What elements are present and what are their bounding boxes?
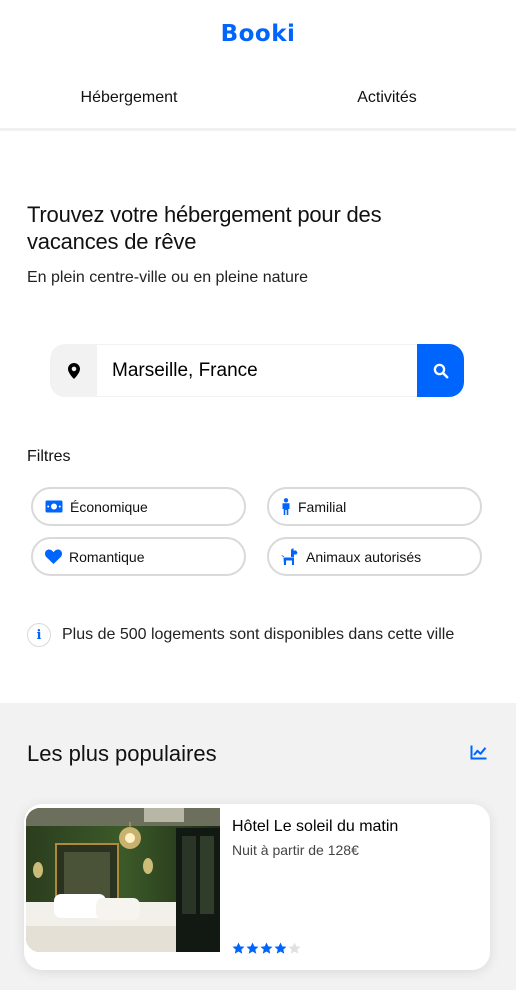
star-empty-icon <box>288 942 301 954</box>
hotel-card[interactable]: Hôtel Le soleil du matin Nuit à partir d… <box>24 804 490 970</box>
hero-section: Trouvez votre hébergement pour des vacan… <box>0 201 516 287</box>
search-bar <box>50 344 464 397</box>
heart-icon <box>45 549 62 564</box>
trend-chart-icon[interactable] <box>470 745 487 760</box>
search-icon <box>433 363 448 378</box>
hero-title-line-2: vacances de rêve <box>27 229 197 254</box>
main-nav: Hébergement Activités <box>0 68 516 131</box>
map-pin-icon <box>50 344 97 397</box>
popular-section: Les plus populaires Hôtel Le soleil du m… <box>0 703 516 990</box>
booki-logo[interactable]: Booki <box>221 21 296 47</box>
availability-text: Plus de 500 logements sont disponibles d… <box>62 626 455 643</box>
tab-activites[interactable]: Activités <box>258 68 516 128</box>
star-icon <box>274 942 287 954</box>
money-icon <box>45 500 63 513</box>
hotel-name: Hôtel Le soleil du matin <box>232 818 399 835</box>
availability-info: i Plus de 500 logements sont disponibles… <box>27 623 454 647</box>
popular-title: Les plus populaires <box>27 741 217 766</box>
filter-animaux-label: Animaux autorisés <box>306 548 422 565</box>
hero-title-line-1: Trouvez votre hébergement pour des <box>27 202 382 227</box>
dog-icon <box>281 548 298 565</box>
hero-title: Trouvez votre hébergement pour des vacan… <box>27 201 489 255</box>
filter-romantique[interactable]: Romantique <box>31 537 246 576</box>
search-button[interactable] <box>417 344 464 397</box>
filter-familial-label: Familial <box>298 498 347 515</box>
search-input[interactable] <box>97 344 417 397</box>
header: Booki <box>0 0 516 68</box>
filter-animaux[interactable]: Animaux autorisés <box>267 537 482 576</box>
hotel-rating <box>232 942 301 955</box>
filter-economique[interactable]: Économique <box>31 487 246 526</box>
filter-familial[interactable]: Familial <box>267 487 482 526</box>
hotel-price: Nuit à partir de 128€ <box>232 842 359 858</box>
hotel-photo <box>26 808 220 952</box>
hero-subtitle: En plein centre-ville ou en pleine natur… <box>27 269 309 286</box>
star-icon <box>232 942 245 954</box>
filter-romantique-label: Romantique <box>69 548 145 565</box>
person-icon <box>282 498 290 515</box>
filter-economique-label: Économique <box>70 498 148 515</box>
tab-hebergement[interactable]: Hébergement <box>0 68 258 128</box>
star-icon <box>246 942 259 954</box>
filters-group: Économique Familial Romantique Animaux a… <box>31 487 482 576</box>
star-icon <box>260 942 273 954</box>
filters-title: Filtres <box>27 448 71 465</box>
info-icon: i <box>27 623 51 647</box>
